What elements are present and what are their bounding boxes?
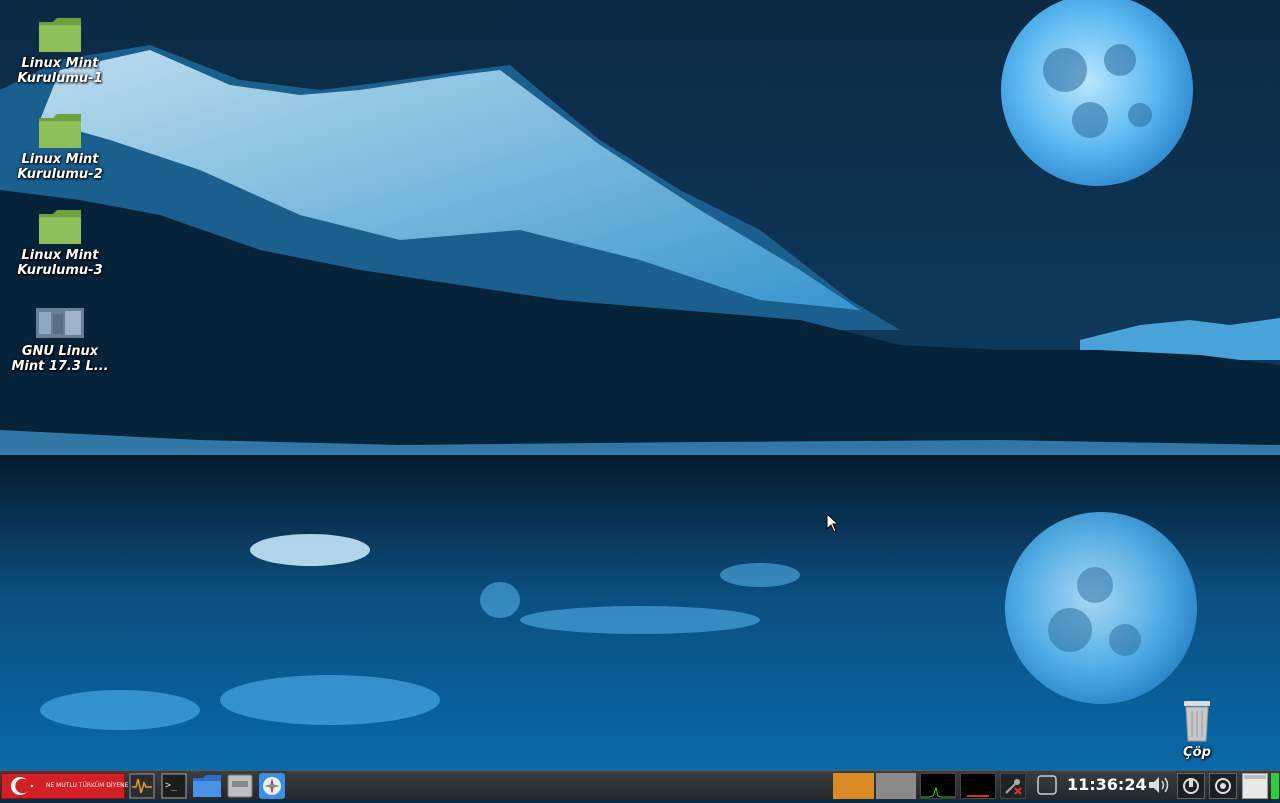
desktop-wallpaper: [0, 0, 1280, 770]
terminal-icon: >_: [161, 773, 187, 799]
desktop-icon-label: Linux Mint Kurulumu-3: [17, 248, 103, 278]
menu-text-2: TÜRKÜM: [78, 782, 105, 789]
update-icon: [1215, 778, 1231, 794]
network-status[interactable]: [1000, 773, 1026, 799]
folder-icon: [39, 114, 81, 148]
menu-button[interactable]: NE MUTLU TÜRKÜM DİYENE: [1, 773, 129, 799]
desktop-icon-label: Linux Mint Kurulumu-2: [17, 152, 103, 182]
desktop-icon-label: GNU Linux Mint 17.3 L...: [11, 344, 109, 374]
clock[interactable]: 11:36:24: [1067, 775, 1147, 794]
taskbar: NE MUTLU TÜRKÜM DİYENE >_ 11:36:24: [0, 770, 1280, 800]
disk-icon: [227, 774, 253, 798]
power-icon: [1183, 778, 1199, 794]
system-monitor-launcher[interactable]: [128, 773, 156, 799]
desktop-icon-gnu-linux-mint[interactable]: GNU Linux Mint 17.3 L...: [5, 304, 115, 374]
cpu-graph[interactable]: [920, 773, 956, 799]
folder-icon: [39, 210, 81, 244]
desktop-icon-label: Çöp: [1183, 745, 1211, 760]
disk-launcher[interactable]: [226, 773, 254, 799]
system-monitor-icon: [129, 773, 155, 799]
network-graph-icon: [967, 795, 989, 797]
show-desktop-icon: [1244, 775, 1266, 779]
workspace-1[interactable]: [833, 773, 874, 799]
notification-icon: [1037, 775, 1057, 795]
desktop-icon-linux-mint-kurulumu-3[interactable]: Linux Mint Kurulumu-3: [5, 208, 115, 278]
svg-text:>_: >_: [165, 780, 178, 791]
desktop-icon-linux-mint-kurulumu-2[interactable]: Linux Mint Kurulumu-2: [5, 112, 115, 182]
terminal-launcher[interactable]: >_: [160, 773, 188, 799]
turkish-flag-icon: [11, 777, 34, 795]
image-file-icon: [36, 308, 84, 338]
battery-indicator[interactable]: [1271, 773, 1279, 799]
trash-icon: [1184, 701, 1210, 742]
file-manager-launcher[interactable]: [192, 773, 221, 799]
notification-area[interactable]: [1036, 773, 1058, 799]
desktop-icon-label: Linux Mint Kurulumu-1: [17, 56, 103, 86]
volume-icon: [1149, 777, 1169, 793]
workspace-2[interactable]: [876, 773, 916, 799]
show-desktop-button[interactable]: [1242, 773, 1268, 799]
file-manager-icon: [193, 775, 221, 797]
mouse-cursor-icon: [826, 513, 840, 533]
desktop-icon-trash[interactable]: Çöp: [1142, 697, 1252, 760]
desktop-icon-linux-mint-kurulumu-1[interactable]: Linux Mint Kurulumu-1: [5, 16, 115, 86]
update-manager[interactable]: [1209, 773, 1237, 799]
web-browser-icon: [259, 773, 285, 799]
menu-text-1: NE MUTLU: [46, 782, 77, 789]
network-graph[interactable]: [960, 773, 996, 799]
cpu-graph-icon: [921, 786, 955, 798]
web-browser-launcher[interactable]: [258, 773, 286, 799]
menu-text-3: DİYENE: [106, 782, 129, 789]
network-disconnected-icon: [1005, 779, 1022, 795]
power-button[interactable]: [1177, 773, 1205, 799]
volume-control[interactable]: [1146, 773, 1172, 799]
folder-icon: [39, 18, 81, 52]
